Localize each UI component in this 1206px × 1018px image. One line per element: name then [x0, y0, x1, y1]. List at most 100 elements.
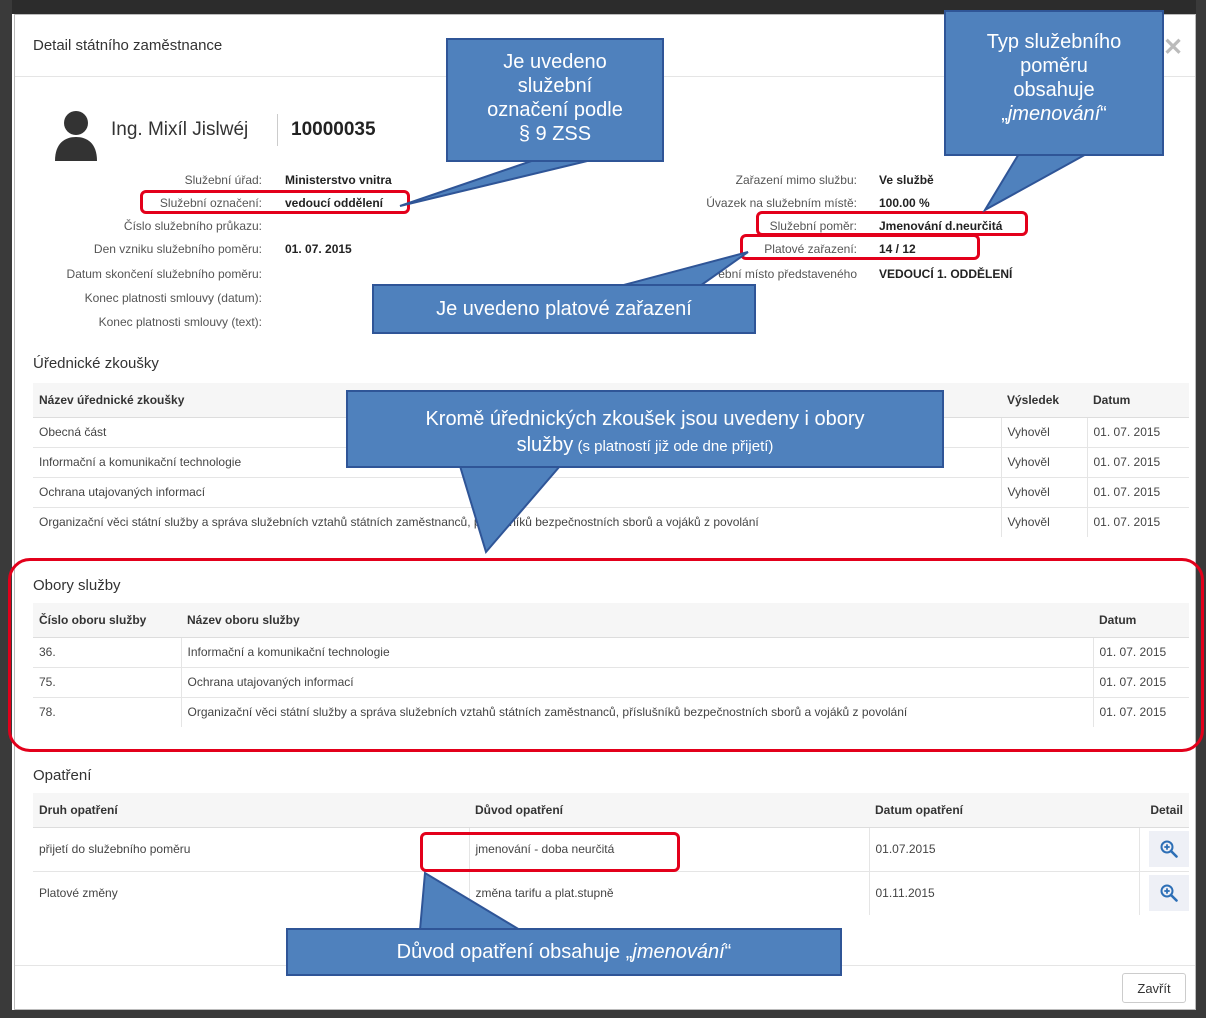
measure-date: 01.11.2015: [868, 870, 1139, 915]
callout-line: poměru: [1020, 55, 1088, 77]
info-value: Jmenování d.neurčitá: [879, 219, 1003, 233]
measures-table: Druh opatření Důvod opatření Datum opatř…: [33, 793, 1189, 915]
callout-line: Kromě úřednických zkoušek jsou uvedeny i…: [425, 408, 865, 430]
exam-result: Vyhověl: [1000, 446, 1087, 477]
info-label: Datum skončení služebního poměru:: [66, 267, 262, 281]
measure-reason: jmenování - doba neurčitá: [468, 826, 869, 871]
exam-result: Vyhověl: [1000, 506, 1087, 537]
column-header: Detail: [1139, 793, 1189, 828]
table-row: 75. Ochrana utajovaných informací 01. 07…: [33, 666, 1189, 697]
info-label: Úvazek na služebním místě:: [706, 196, 857, 210]
info-label: Platové zařazení:: [764, 242, 857, 256]
fields-table: Číslo oboru služby Název oboru služby Da…: [33, 603, 1189, 727]
fields-section-title: Obory služby: [33, 577, 121, 594]
zoom-in-icon: [1160, 884, 1178, 903]
field-date: 01. 07. 2015: [1092, 696, 1189, 727]
callout-text-small: (s platností již ode dne přijetí): [573, 438, 774, 455]
backdrop-left: [0, 0, 12, 1018]
callout-line: Typ služebního: [986, 31, 1122, 53]
exam-date: 01. 07. 2015: [1086, 506, 1189, 537]
measure-date: 01.07.2015: [868, 826, 1139, 871]
info-label: Služební poměr:: [769, 219, 857, 233]
user-silhouette-icon: [55, 111, 97, 161]
exams-section-title: Úřednické zkoušky: [33, 355, 159, 372]
column-header: Druh opatření: [33, 793, 469, 828]
detail-button[interactable]: [1149, 831, 1189, 867]
field-name: Informační a komunikační technologie: [180, 636, 1093, 667]
callout-emphasis: jmenování: [1007, 103, 1101, 125]
table-row: přijetí do služebního poměru jmenování -…: [33, 826, 1189, 871]
exam-date: 01. 07. 2015: [1086, 416, 1189, 447]
field-number: 75.: [33, 666, 181, 697]
info-value: vedoucí oddělení: [285, 196, 384, 210]
info-value: 100.00 %: [879, 196, 930, 210]
info-label: Konec platnosti smlouvy (text):: [98, 315, 262, 329]
name-divider: [277, 114, 278, 146]
exam-result: Vyhověl: [1000, 416, 1087, 447]
table-header-row: Druh opatření Důvod opatření Datum opatř…: [33, 793, 1189, 828]
field-number: 36.: [33, 636, 181, 667]
field-date: 01. 07. 2015: [1092, 666, 1189, 697]
exam-date: 01. 07. 2015: [1086, 446, 1189, 477]
table-header-row: Číslo oboru služby Název oboru služby Da…: [33, 603, 1189, 638]
info-label: Den vzniku služebního poměru:: [93, 242, 262, 256]
backdrop-right: [1196, 0, 1206, 1018]
callout-line: služby (s platností již ode dne přijetí): [348, 432, 942, 460]
column-header: Název oboru služby: [181, 603, 1093, 638]
callout-line: obsahuje: [1013, 79, 1095, 101]
callout-text: služby: [516, 434, 574, 456]
callout-service-type: Typ služebního poměru obsahuje „jmenován…: [944, 10, 1164, 156]
column-header: Výsledek: [1001, 383, 1087, 418]
callout-quote: “: [1100, 103, 1107, 125]
column-header: Číslo oboru služby: [33, 603, 181, 638]
callout-line: služební: [517, 75, 593, 97]
detail-button[interactable]: [1149, 875, 1189, 912]
person-id: 10000035: [291, 119, 376, 140]
info-value: VEDOUCÍ 1. ODDĚLENÍ: [879, 267, 1013, 281]
detail-cell: [1138, 826, 1189, 871]
modal-title: Detail státního zaměstnance: [33, 37, 223, 54]
callout-text: “: [724, 941, 732, 963]
column-header: Datum: [1087, 383, 1189, 418]
table-row: 78. Organizační věci státní služby a spr…: [33, 696, 1189, 727]
field-date: 01. 07. 2015: [1092, 636, 1189, 667]
info-value: Ve službě: [879, 173, 934, 187]
table-row: Organizační věci státní služby a správa …: [33, 506, 1189, 537]
callout-designation: Je uvedeno služební označení podle § 9 Z…: [446, 38, 664, 162]
callout-line: § 9 ZSS: [518, 123, 592, 145]
measure-type: Platové změny: [33, 870, 469, 915]
info-label: ební místo představeného: [718, 267, 857, 281]
callout-exams: Kromě úřednických zkoušek jsou uvedeny i…: [346, 390, 944, 468]
callout-reason: Důvod opatření obsahuje „jmenování“: [286, 928, 842, 976]
measure-type: přijetí do služebního poměru: [33, 826, 469, 871]
measure-reason: změna tarifu a plat.stupně: [468, 870, 869, 915]
column-header: Datum opatření: [869, 793, 1139, 828]
info-label: Číslo služebního průkazu:: [123, 219, 262, 233]
close-icon[interactable]: ✕: [1163, 33, 1183, 62]
info-label: Konec platnosti smlouvy (datum):: [84, 291, 262, 305]
info-label: Služební úřad:: [184, 173, 262, 187]
exam-date: 01. 07. 2015: [1086, 476, 1189, 507]
measures-section-title: Opatření: [33, 767, 92, 784]
exam-result: Vyhověl: [1000, 476, 1087, 507]
callout-emphasis: jmenování: [632, 941, 725, 963]
detail-cell: [1138, 870, 1189, 915]
zoom-in-icon: [1160, 840, 1178, 858]
backdrop-bottom: [0, 1010, 1206, 1018]
column-header: Důvod opatření: [469, 793, 869, 828]
table-row: 36. Informační a komunikační technologie…: [33, 636, 1189, 667]
field-name: Organizační věci státní služby a správa …: [180, 696, 1093, 727]
table-row: Ochrana utajovaných informací Vyhověl 01…: [33, 476, 1189, 507]
exam-name: Organizační věci státní služby a správa …: [33, 506, 1001, 537]
callout-line: označení podle: [487, 99, 623, 121]
employee-detail-modal: Detail státního zaměstnance ✕ Ing. Mixíl…: [14, 14, 1196, 1010]
info-value: 14 / 12: [879, 242, 916, 256]
callout-line: „jmenování“: [946, 102, 1162, 126]
table-row: Platové změny změna tarifu a plat.stupně…: [33, 870, 1189, 915]
exam-name: Ochrana utajovaných informací: [33, 476, 1001, 507]
callout-text: Důvod opatření obsahuje „: [396, 941, 633, 963]
info-value: 01. 07. 2015: [285, 242, 352, 256]
callout-salary: Je uvedeno platové zařazení: [372, 284, 756, 334]
callout-line: Je uvedeno: [503, 51, 607, 73]
close-button[interactable]: Zavřít: [1122, 973, 1186, 1003]
